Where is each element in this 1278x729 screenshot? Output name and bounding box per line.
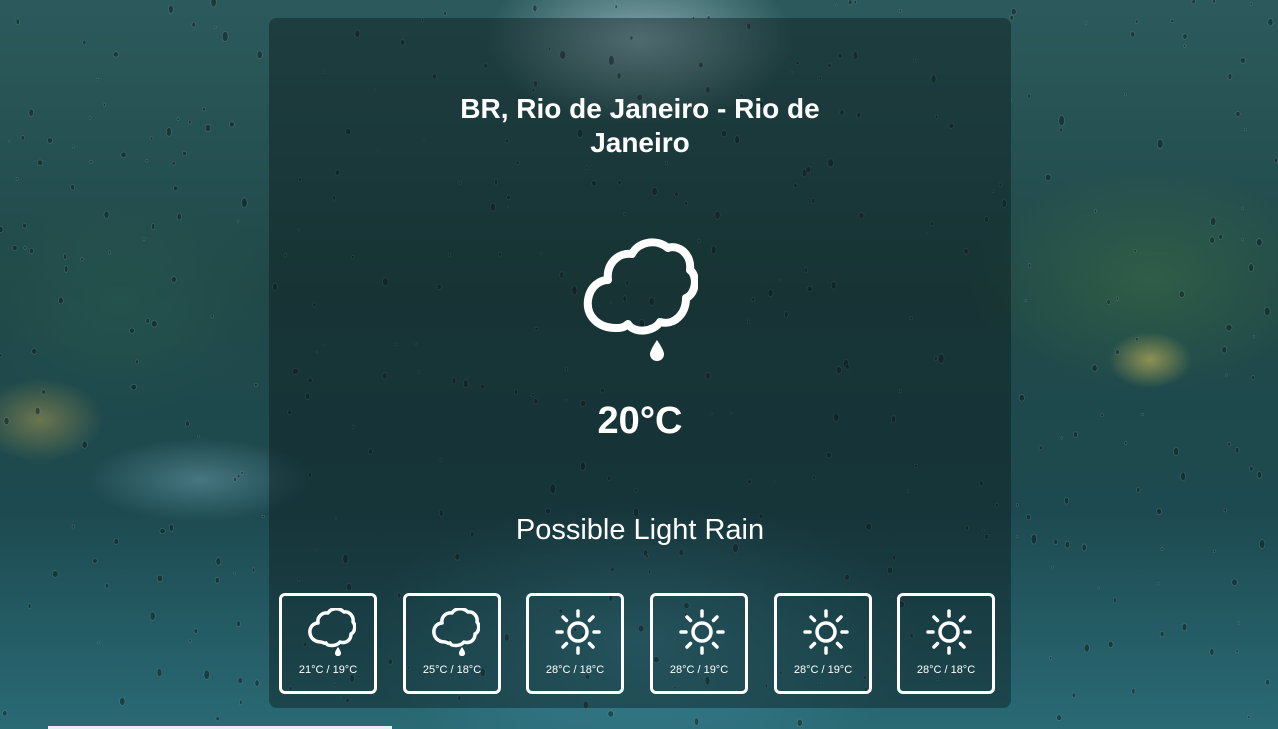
- forecast-range: 28°C / 19°C: [793, 664, 853, 676]
- sun-icon: [803, 609, 849, 655]
- current-temperature: 20°C: [597, 400, 683, 442]
- rain-cloud-icon: [583, 238, 698, 361]
- forecast-range: 28°C / 18°C: [545, 664, 605, 676]
- weather-description: Possible Light Rain: [515, 514, 765, 546]
- forecast-day[interactable]: 28°C / 19°C: [774, 593, 872, 694]
- forecast-range: 21°C / 19°C: [298, 664, 358, 676]
- forecast-range: 25°C / 18°C: [422, 664, 482, 676]
- forecast-range: 28°C / 18°C: [916, 664, 976, 676]
- sun-icon: [679, 609, 725, 655]
- forecast-day[interactable]: 28°C / 18°C: [897, 593, 995, 694]
- rain-cloud-icon: [432, 608, 480, 656]
- location-title: BR, Rio de Janeiro - Rio de Janeiro: [460, 93, 820, 158]
- sun-icon: [926, 609, 972, 655]
- forecast-day[interactable]: 28°C / 18°C: [526, 593, 624, 694]
- forecast-range: 28°C / 19°C: [669, 664, 729, 676]
- forecast-day[interactable]: 21°C / 19°C: [279, 593, 377, 694]
- weather-card: BR, Rio de Janeiro - Rio de Janeiro 20°C…: [269, 18, 1011, 708]
- forecast-day[interactable]: 28°C / 19°C: [650, 593, 748, 694]
- rain-cloud-icon: [308, 608, 356, 656]
- forecast-strip: 21°C / 19°C 25°C / 18°C 28°C / 18°C 28°C…: [279, 593, 1001, 699]
- sun-icon: [555, 609, 601, 655]
- forecast-day[interactable]: 25°C / 18°C: [403, 593, 501, 694]
